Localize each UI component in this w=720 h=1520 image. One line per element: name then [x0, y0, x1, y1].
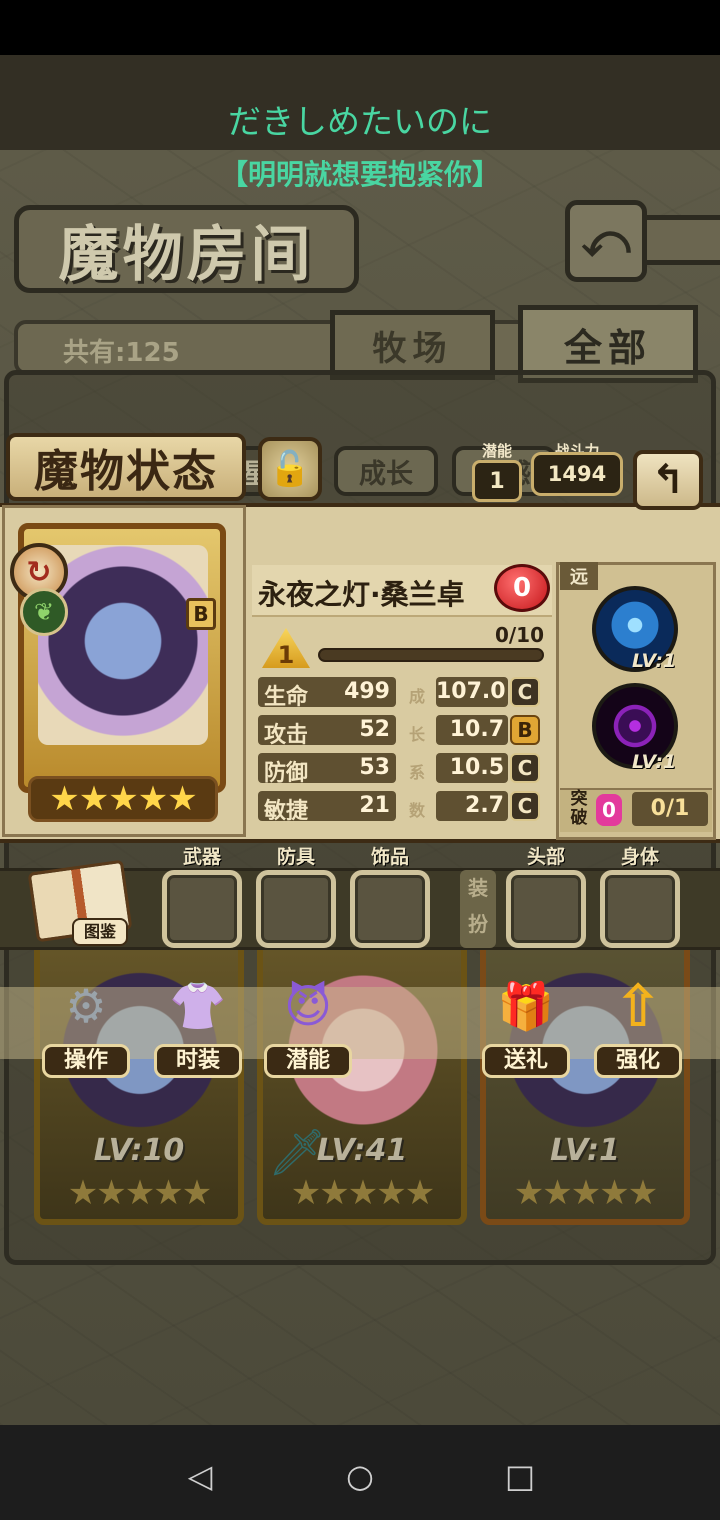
growth-label-char: 系	[408, 763, 425, 782]
stat-value-attack: 52	[359, 717, 390, 742]
stat-value-agility: 21	[359, 793, 390, 818]
growth-grade-agility: C	[510, 791, 540, 821]
card-stars: ★★★★★	[67, 1173, 212, 1213]
stat-name-agility: 敏捷	[264, 799, 309, 824]
affection-value: 0	[512, 573, 532, 603]
growth-value-defense: 10.5	[436, 753, 508, 783]
slot-label-head: 头部	[526, 846, 565, 868]
growth-grade-hp: C	[510, 677, 540, 707]
nav-back-icon[interactable]: ◁	[182, 1457, 218, 1495]
rank-badge: B	[186, 598, 216, 630]
ranged-tag: 远	[560, 562, 598, 590]
sort-growth-button[interactable]: 成长	[334, 446, 438, 496]
stat-name-attack: 攻击	[264, 723, 309, 748]
stat-value-hp: 499	[344, 679, 390, 704]
lyric-chinese: 【明明就想要抱紧你】	[219, 158, 500, 191]
return-arrow-icon[interactable]: ↰	[633, 450, 703, 510]
card-level: LV:1	[550, 1133, 620, 1168]
enhance-label: 强化	[594, 1044, 682, 1078]
encyclopedia-label: 图鉴	[72, 918, 128, 946]
slot-label-armor: 防具	[276, 846, 315, 868]
stat-value-defense: 53	[359, 755, 390, 780]
operate-button[interactable]: ⚙ 操作	[38, 970, 134, 1082]
card-stars: ★★★★★	[513, 1173, 658, 1213]
potential-label: 潜能	[481, 442, 512, 460]
growth-grade-attack: B	[510, 715, 540, 745]
power-value: 1494	[531, 452, 623, 496]
slot-label-body: 身体	[620, 846, 659, 868]
slot-label-accessory: 饰品	[370, 846, 409, 868]
padlock-icon[interactable]: 🔓	[258, 437, 322, 501]
return-arrow-icon[interactable]: ⤺	[565, 200, 647, 282]
potential-action-label: 潜能	[264, 1044, 352, 1078]
equip-slot-accessory[interactable]	[350, 870, 430, 948]
outfit-button[interactable]: 👚 时装	[150, 970, 246, 1082]
growth-value-agility: 2.7	[436, 791, 508, 821]
nav-recents-icon[interactable]: □	[502, 1457, 538, 1495]
nav-home-icon[interactable]: ○	[342, 1457, 378, 1495]
status-title: 魔物状态	[6, 433, 246, 501]
dress-up-tag: 装扮	[460, 870, 496, 948]
card-level: LV:10	[93, 1133, 185, 1168]
leaf-element-icon: ❦	[20, 588, 68, 636]
sword-icon: 🗡	[268, 1125, 327, 1179]
growth-grade-defense: C	[510, 753, 540, 783]
gift-button[interactable]: 🎁 送礼	[478, 970, 574, 1082]
breakthrough-count: 0	[596, 794, 622, 826]
operate-label: 操作	[42, 1044, 130, 1078]
room-title: 魔物房间	[14, 205, 359, 293]
demon-icon: 😈	[284, 979, 332, 1033]
lyric-japanese: だきしめたいのに	[228, 102, 492, 141]
equip-slot-head[interactable]	[506, 870, 586, 948]
stat-name-hp: 生命	[264, 685, 309, 710]
growth-value-attack: 10.7	[436, 715, 508, 745]
upgrade-arrow-icon: ⇧	[613, 972, 663, 1040]
breakthrough-label: 突破	[570, 789, 588, 828]
outfit-label: 时装	[154, 1044, 242, 1078]
gift-icon: 🎁	[497, 978, 555, 1033]
level-value: 1	[277, 641, 295, 669]
gear-icon: ⚙	[65, 979, 107, 1033]
enhance-button[interactable]: ⇧ 强化	[590, 970, 686, 1082]
outfit-icon: 👚	[169, 978, 227, 1033]
growth-label-char: 长	[408, 725, 425, 744]
skill-level: LV:1	[632, 650, 677, 672]
exp-bar	[318, 648, 544, 662]
gift-label: 送礼	[482, 1044, 570, 1078]
skill-level: LV:1	[632, 751, 677, 773]
star-rating: ★★★★★	[28, 776, 218, 822]
affection-heart-icon: 0	[494, 564, 550, 612]
growth-label-char: 成	[408, 687, 425, 706]
equip-slot-armor[interactable]	[256, 870, 336, 948]
growth-label-char: 数	[408, 801, 425, 820]
slot-label-weapon: 武器	[182, 846, 221, 868]
exp-text: 0/10	[494, 623, 544, 647]
encyclopedia-button[interactable]: 图鉴	[27, 859, 138, 950]
potential-value: 1	[472, 460, 522, 502]
stat-name-defense: 防御	[264, 761, 309, 786]
equip-slot-weapon[interactable]	[162, 870, 242, 948]
equip-slot-body[interactable]	[600, 870, 680, 948]
potential-button[interactable]: 😈 潜能	[260, 970, 356, 1082]
system-status-bar	[0, 0, 720, 55]
growth-value-hp: 107.0	[436, 677, 508, 707]
breakthrough-value[interactable]: 0/1	[632, 792, 708, 826]
back-bar-decoration	[645, 215, 720, 265]
